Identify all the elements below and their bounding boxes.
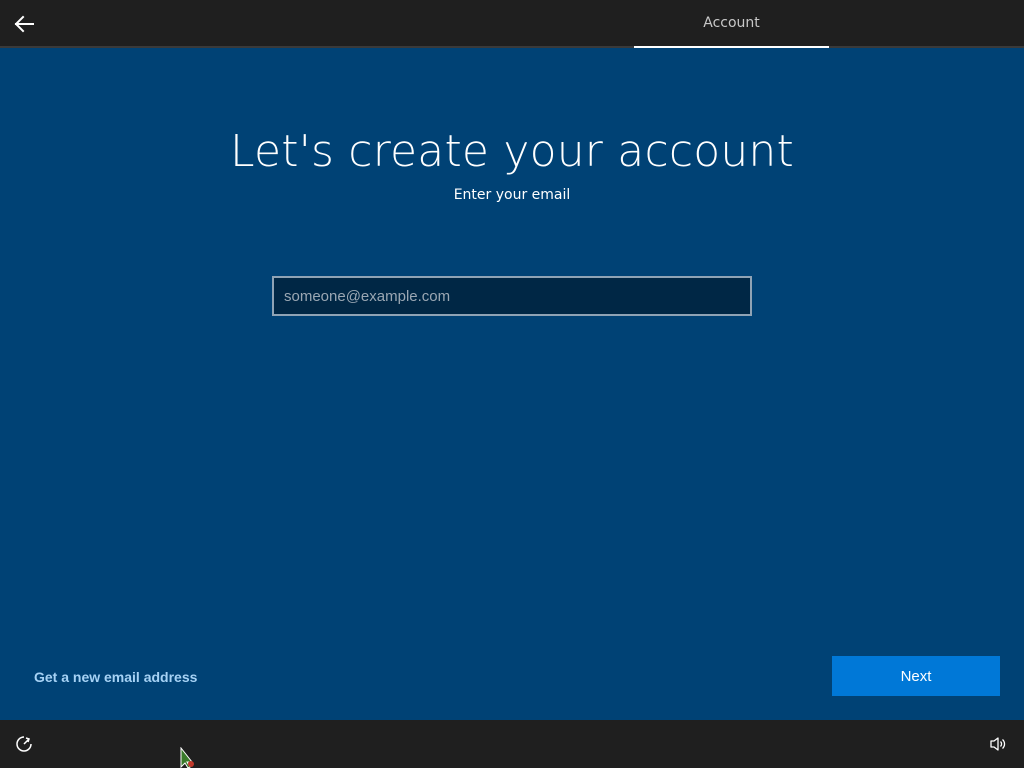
volume-icon	[990, 737, 1006, 751]
bottom-bar	[0, 720, 1024, 768]
next-button[interactable]: Next	[832, 656, 1000, 696]
ease-of-access-icon	[16, 736, 32, 752]
busy-cursor-icon	[180, 747, 194, 768]
tab-account: Account	[634, 0, 829, 48]
arrow-left-icon	[14, 15, 34, 33]
oobe-screen: Account Let's create your account Enter …	[0, 0, 1024, 768]
page-subtitle: Enter your email	[453, 187, 571, 203]
ease-of-access-button[interactable]	[12, 732, 36, 756]
email-input[interactable]	[272, 276, 752, 316]
page-title: Let's create your account	[230, 126, 794, 177]
volume-button[interactable]	[986, 732, 1010, 756]
top-bar: Account	[0, 0, 1024, 48]
back-button[interactable]	[6, 6, 42, 42]
get-new-email-link[interactable]: Get a new email address	[34, 667, 197, 687]
